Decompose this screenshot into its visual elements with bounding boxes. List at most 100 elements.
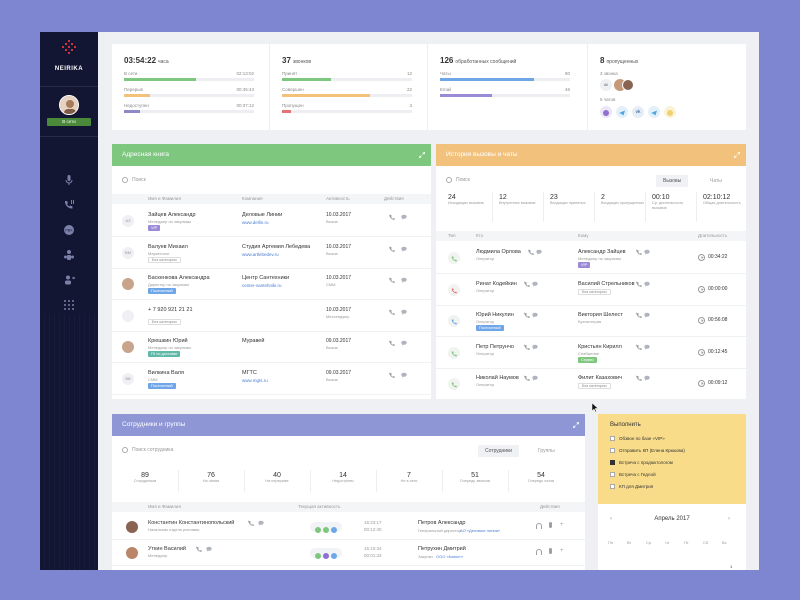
call-icon[interactable] xyxy=(389,340,395,346)
call-pause-button[interactable] xyxy=(59,197,79,213)
chat-icon[interactable] xyxy=(644,281,650,287)
company-link[interactable]: www.mgts.ru xyxy=(242,378,268,383)
play-icon[interactable] xyxy=(698,317,705,324)
transfer-button[interactable] xyxy=(59,272,79,288)
phone-icon[interactable] xyxy=(196,546,202,552)
table-row[interactable]: Петр Петрунчо Оператор Кристьян Кирилл Снаб… xyxy=(436,338,746,369)
user-avatar[interactable] xyxy=(59,95,79,115)
call-icon[interactable] xyxy=(389,245,395,252)
tab-calls[interactable]: Вызовы xyxy=(656,175,689,187)
callee-name[interactable]: Александр Зайцев xyxy=(578,249,626,255)
next-month-icon[interactable]: › xyxy=(728,516,730,522)
search-input[interactable]: Поиск xyxy=(122,174,412,186)
client-company-link[interactable]: ООО «Ковчег» xyxy=(436,554,463,559)
todo-item[interactable]: Встреча с Гедлой xyxy=(610,472,656,477)
table-row[interactable]: ВМ Валуев Михаил Маркетолог Без категории Ст… xyxy=(112,238,431,269)
expand-icon[interactable] xyxy=(419,152,425,158)
microphone-icon[interactable] xyxy=(549,548,552,554)
caller-name[interactable]: Ринат Кодейкин xyxy=(476,281,517,287)
chat-icon[interactable] xyxy=(532,312,538,318)
client-company-link[interactable]: АО «Деловые линии» xyxy=(460,528,500,533)
chat-icon[interactable] xyxy=(401,309,407,315)
company-link[interactable]: center-santehniki.ru xyxy=(242,283,282,288)
todo-checkbox[interactable] xyxy=(610,448,615,453)
chat-icon[interactable] xyxy=(644,344,650,350)
table-row[interactable]: + 7 920 921 21 21 Без категории 10.03.2017… xyxy=(112,301,431,332)
expand-icon[interactable] xyxy=(734,152,740,158)
phone-icon[interactable] xyxy=(524,375,530,381)
tab-chats[interactable]: Чаты xyxy=(710,178,722,184)
caller-name[interactable]: Юрий Никулин xyxy=(476,312,514,318)
table-row[interactable]: АЗ Зайцев Александр Менеджер по закупкам VI… xyxy=(112,206,431,237)
contact-name[interactable]: Зайцев Александр xyxy=(148,212,196,218)
call-icon[interactable] xyxy=(389,277,395,283)
phone-icon[interactable] xyxy=(524,280,530,287)
chat-icon[interactable] xyxy=(401,372,407,378)
chat-icon[interactable] xyxy=(644,375,650,381)
phone-icon[interactable] xyxy=(524,343,530,350)
headset-icon[interactable] xyxy=(536,549,542,555)
vk-icon[interactable]: vk xyxy=(632,106,644,118)
headset-icon[interactable] xyxy=(536,523,542,529)
callee-name[interactable]: Виктория Шелест xyxy=(578,312,623,318)
employee-name[interactable]: Константин Константинопольский xyxy=(148,520,234,526)
phone-icon[interactable] xyxy=(636,375,642,381)
caller-name[interactable]: Николай Наумов xyxy=(476,375,519,381)
table-row[interactable]: Ринат Кодейкин Оператор Василий Стрельнико… xyxy=(436,275,746,306)
tab-groups[interactable]: Группы xyxy=(538,448,555,454)
phone-icon[interactable] xyxy=(248,520,254,526)
caller-name[interactable]: Петр Петрунчо xyxy=(476,344,514,350)
dialpad-button[interactable] xyxy=(59,297,79,313)
table-row[interactable]: Николай Наумов Оператор Филит Казахович Без… xyxy=(436,369,746,400)
call-icon[interactable] xyxy=(389,308,395,315)
expand-icon[interactable] xyxy=(573,422,579,428)
phone-icon[interactable] xyxy=(636,312,642,318)
transfer-icon[interactable]: + xyxy=(560,548,564,554)
todo-item[interactable]: Отправить КП (Елена Крюкова) xyxy=(610,448,685,453)
company-name[interactable]: Центр Сантехники xyxy=(242,275,289,281)
logo[interactable]: NEIRIKA xyxy=(40,32,98,87)
employee-name[interactable]: Уткин Василий xyxy=(148,546,186,552)
todo-checkbox[interactable] xyxy=(610,484,615,489)
chat-icon[interactable] xyxy=(664,106,676,118)
caller-name[interactable]: Людмила Орлова xyxy=(476,249,521,255)
phone-icon[interactable] xyxy=(636,249,642,255)
chat-icon[interactable] xyxy=(258,520,264,526)
call-icon[interactable] xyxy=(389,214,395,220)
status-badge[interactable]: В сети xyxy=(47,118,91,126)
company-link[interactable]: www.dellin.ru xyxy=(242,220,269,225)
client-name[interactable]: Петров Александр xyxy=(418,520,465,526)
chat-icon[interactable] xyxy=(532,375,538,381)
todo-item[interactable]: КП для Дмитрия xyxy=(610,484,653,489)
pbx-button[interactable]: PBX xyxy=(59,222,79,238)
company-name[interactable]: Студия Артемия Лебедева xyxy=(242,244,310,250)
telegram-icon[interactable] xyxy=(648,106,660,118)
filter-all-button[interactable]: All xyxy=(600,79,612,91)
table-row[interactable]: ВВ Вилкина Валя СММ Постоянный МГТС www.mgts.… xyxy=(112,364,431,395)
play-icon[interactable] xyxy=(698,254,705,261)
contact-name[interactable]: + 7 920 921 21 21 xyxy=(148,307,193,313)
team-button[interactable] xyxy=(59,247,79,263)
todo-checkbox[interactable] xyxy=(610,460,615,465)
contact-name[interactable]: Валуев Михаил xyxy=(148,244,188,250)
todo-checkbox[interactable] xyxy=(610,436,615,441)
phone-icon[interactable] xyxy=(528,249,534,255)
chat-icon[interactable] xyxy=(644,249,650,255)
callee-name[interactable]: Кристьян Кирилл xyxy=(578,344,622,350)
contact-name[interactable]: Крюшкин Юрий xyxy=(148,338,188,344)
phone-icon[interactable] xyxy=(636,343,642,350)
chat-icon[interactable] xyxy=(644,312,650,318)
chat-icon[interactable] xyxy=(401,214,407,220)
chat-icon[interactable] xyxy=(401,246,407,252)
play-icon[interactable] xyxy=(698,348,705,356)
viber-icon[interactable] xyxy=(600,106,612,118)
chat-icon[interactable] xyxy=(401,340,407,346)
telegram-icon[interactable] xyxy=(616,106,628,118)
company-link[interactable]: www.artlebedev.ru xyxy=(242,252,279,257)
transfer-icon[interactable]: + xyxy=(560,522,564,528)
tab-employees[interactable]: Сотрудники xyxy=(478,445,520,457)
calendar-day[interactable]: 1 xyxy=(730,564,732,569)
company-name[interactable]: Деловые Линии xyxy=(242,212,282,218)
phone-icon[interactable] xyxy=(636,280,642,287)
table-row[interactable]: Константин Константинопольский Начальник … xyxy=(112,514,585,540)
